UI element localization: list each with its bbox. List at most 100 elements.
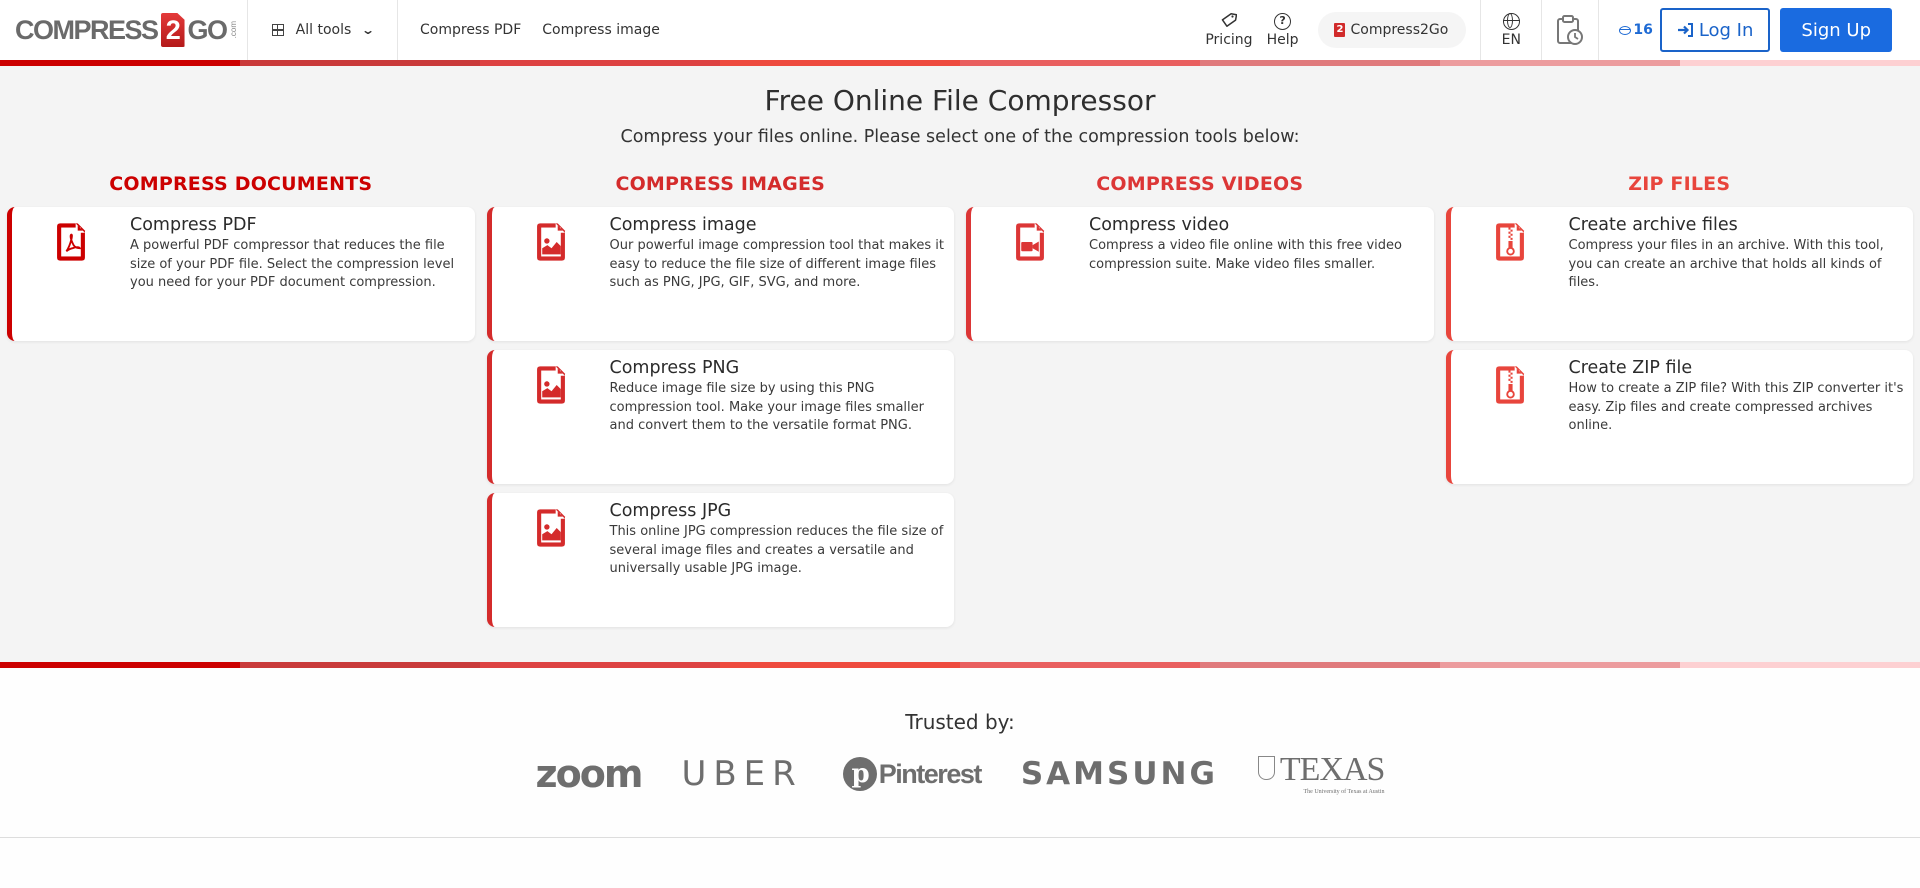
card-description: Compress a video file online with this f…: [1089, 238, 1402, 272]
credits-counter[interactable]: 16: [1619, 22, 1653, 38]
language-label: EN: [1501, 31, 1521, 48]
page-subtitle: Compress your files online. Please selec…: [620, 127, 1300, 147]
stripe-segment: [960, 662, 1200, 668]
card-description: Reduce image file size by using this PNG…: [609, 381, 924, 433]
help-circle-icon: ?: [1274, 12, 1292, 30]
column-title: COMPRESS VIDEOS: [1096, 173, 1304, 195]
pricing-label: Pricing: [1205, 32, 1253, 48]
column-title: COMPRESS IMAGES: [615, 173, 826, 195]
logo-text-left: COMPRESS: [15, 14, 159, 45]
ut-shield-icon: [1257, 756, 1275, 780]
video-file-icon: [971, 207, 1089, 341]
zip-file-icon: [1451, 350, 1569, 484]
logo-text-right: GO: [187, 14, 229, 45]
pinterest-icon: p: [842, 757, 877, 791]
help-label: Help: [1266, 31, 1299, 48]
samsung-logo: SAMSUNG: [1020, 756, 1218, 792]
header-actions: Pricing ? Help 2 Compress2Go EN 16 Log I…: [1205, 0, 1920, 60]
globe-icon: [1502, 12, 1520, 30]
clipboard-clock-icon: [1557, 15, 1584, 45]
tool-card[interactable]: Compress PNG Reduce image file size by u…: [486, 350, 955, 484]
tool-card[interactable]: Create ZIP file How to create a ZIP file…: [1445, 350, 1914, 484]
compress2go-label: Compress2Go: [1350, 22, 1449, 38]
zip-file-icon: [1451, 207, 1569, 341]
login-label: Log In: [1698, 19, 1754, 41]
nav-compress-image[interactable]: Compress image: [542, 22, 660, 38]
card-description: This online JPG compression reduces the …: [609, 524, 944, 576]
compress2go-logo-icon: 2: [1334, 23, 1346, 37]
credits-value: 16: [1633, 22, 1653, 38]
coins-icon: [1619, 25, 1632, 35]
tool-columns: COMPRESS DOCUMENTS Compress PDF A powerf…: [0, 173, 1920, 636]
card-body: Compress video Compress a video file onl…: [1089, 207, 1434, 341]
card-title[interactable]: Create ZIP file: [1569, 358, 1906, 378]
tool-card[interactable]: Compress image Our powerful image compre…: [486, 207, 955, 341]
stripe-segment: [1440, 662, 1680, 668]
logo[interactable]: COMPRESS 2 GO .com: [0, 0, 248, 60]
tool-column: COMPRESS IMAGES Compress image Our power…: [486, 173, 955, 636]
compress2go-button[interactable]: 2 Compress2Go: [1318, 12, 1467, 48]
card-body: Compress image Our powerful image compre…: [610, 207, 955, 341]
tool-column: COMPRESS VIDEOS Compress video Compress …: [966, 173, 1434, 636]
logo-domain: .com: [228, 21, 238, 39]
login-button[interactable]: Log In: [1659, 8, 1771, 52]
card-description: Compress your files in an archive. With …: [1568, 238, 1884, 290]
grid-icon: [271, 24, 284, 36]
uber-logo: UBER: [681, 754, 803, 794]
tool-card[interactable]: Compress video Compress a video file onl…: [966, 207, 1434, 341]
logo-badge: 2: [160, 13, 185, 47]
help-button[interactable]: ? Help: [1266, 12, 1299, 48]
card-title[interactable]: Compress PNG: [610, 358, 947, 378]
pinterest-wordmark: Pinterest: [878, 758, 983, 789]
stripe-segment: [1200, 662, 1440, 668]
card-body: Create archive files Compress your files…: [1569, 207, 1914, 341]
all-tools-dropdown[interactable]: All tools ⌄: [248, 0, 398, 60]
chevron-down-icon: ⌄: [361, 23, 376, 37]
tool-column: ZIP FILES Create archive files Compress …: [1445, 173, 1914, 636]
stripe-segment: [720, 662, 960, 668]
top-nav: Compress PDF Compress image: [398, 22, 660, 38]
card-description: A powerful PDF compressor that reduces t…: [130, 238, 455, 290]
trusted-title: Trusted by:: [905, 710, 1015, 734]
card-body: Compress PNG Reduce image file size by u…: [610, 350, 955, 484]
pdf-file-icon: [12, 207, 130, 341]
history-button[interactable]: [1542, 0, 1600, 60]
stripe-segment: [0, 662, 240, 668]
column-title: ZIP FILES: [1628, 173, 1731, 195]
trusted-by-section: Trusted by: zoom UBER p Pinterest SAMSUN…: [0, 668, 1920, 838]
all-tools-label: All tools: [295, 22, 352, 38]
image-file-icon: [492, 350, 610, 484]
sign-in-icon: [1677, 23, 1693, 37]
tool-card[interactable]: Create archive files Compress your files…: [1445, 207, 1914, 341]
card-title[interactable]: Compress JPG: [610, 501, 947, 521]
pricing-button[interactable]: Pricing: [1205, 12, 1253, 48]
card-body: Compress PDF A powerful PDF compressor t…: [130, 207, 475, 341]
tool-card[interactable]: Compress JPG This online JPG compression…: [486, 493, 955, 627]
trusted-logos: zoom UBER p Pinterest SAMSUNG TEXAS The …: [0, 752, 1920, 796]
pinterest-logo: p Pinterest: [842, 757, 983, 791]
page-title: Free Online File Compressor: [764, 84, 1156, 117]
card-title[interactable]: Compress PDF: [130, 215, 467, 235]
card-title[interactable]: Create archive files: [1569, 215, 1906, 235]
card-body: Compress JPG This online JPG compression…: [610, 493, 955, 627]
card-body: Create ZIP file How to create a ZIP file…: [1569, 350, 1914, 484]
texas-wordmark: TEXAS: [1279, 751, 1386, 788]
signup-button[interactable]: Sign Up: [1780, 8, 1892, 52]
color-stripe-bottom: [0, 662, 1920, 668]
language-selector[interactable]: EN: [1480, 0, 1543, 60]
tool-card[interactable]: Compress PDF A powerful PDF compressor t…: [7, 207, 475, 341]
column-title: COMPRESS DOCUMENTS: [109, 173, 373, 195]
image-file-icon: [492, 493, 610, 627]
image-file-icon: [492, 207, 610, 341]
tag-icon: [1221, 12, 1238, 32]
stripe-segment: [1680, 662, 1920, 668]
nav-compress-pdf[interactable]: Compress PDF: [420, 22, 521, 38]
site-header: COMPRESS 2 GO .com All tools ⌄ Compress …: [0, 0, 1920, 60]
card-title[interactable]: Compress image: [610, 215, 947, 235]
texas-logo: TEXAS The University of Texas at Austin: [1257, 751, 1386, 795]
zoom-logo: zoom: [535, 752, 644, 796]
card-title[interactable]: Compress video: [1089, 215, 1426, 235]
card-description: Our powerful image compression tool that…: [609, 238, 944, 290]
texas-subtitle: The University of Texas at Austin: [1303, 789, 1385, 795]
main-content: Free Online File Compressor Compress you…: [0, 66, 1920, 662]
